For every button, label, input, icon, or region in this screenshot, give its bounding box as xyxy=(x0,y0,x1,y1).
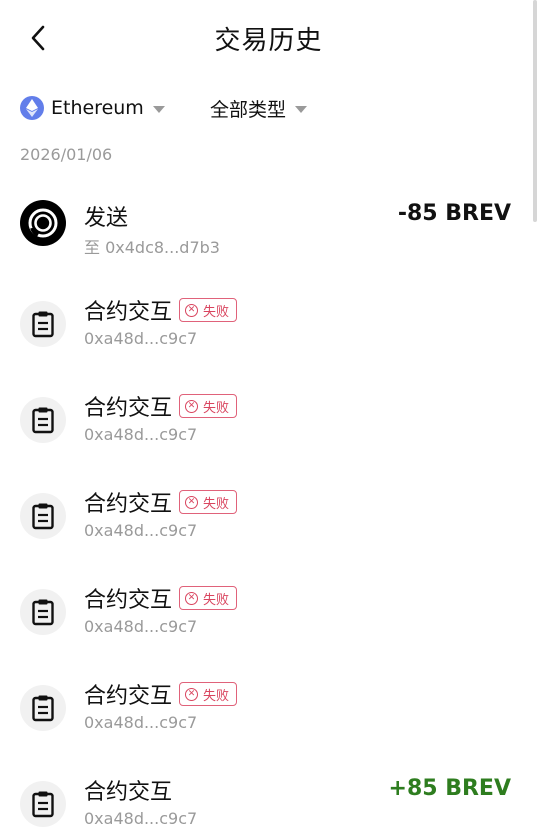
type-filter-dropdown[interactable]: 全部类型 xyxy=(210,92,308,124)
contract-clipboard-icon xyxy=(20,397,66,443)
x-circle-icon: ✕ xyxy=(185,399,199,413)
status-badge: ✕ 失败 xyxy=(179,682,238,706)
transaction-address: 0xa48d...c9c7 xyxy=(84,617,198,636)
date-group-label: 2026/01/06 xyxy=(20,145,113,164)
transaction-title: 合约交互 xyxy=(84,300,173,325)
transaction-address: 至 0x4dc8...d7b3 xyxy=(84,238,220,257)
transaction-title: 合约交互 xyxy=(84,588,173,613)
transaction-title-line: 合约交互 ✕ 失败 xyxy=(84,582,238,614)
transaction-title-line: 合约交互 ✕ 失败 xyxy=(84,294,238,326)
x-circle-icon: ✕ xyxy=(185,303,199,317)
contract-clipboard-icon xyxy=(20,781,66,827)
type-filter-label: 全部类型 xyxy=(210,98,287,121)
status-badge: ✕ 失败 xyxy=(179,394,238,418)
status-text: 失败 xyxy=(203,496,230,512)
transaction-row[interactable]: 合约交互 0xa48d...c9c7 +85 BREV xyxy=(0,768,537,836)
status-badge: ✕ 失败 xyxy=(179,490,238,514)
scrollbar[interactable] xyxy=(533,0,537,222)
ethereum-icon xyxy=(20,96,44,120)
x-circle-icon: ✕ xyxy=(185,591,199,605)
transaction-row[interactable]: 合约交互 ✕ 失败 0xa48d...c9c7 xyxy=(0,288,537,368)
status-text: 失败 xyxy=(203,592,230,608)
transaction-row[interactable]: 合约交互 ✕ 失败 0xa48d...c9c7 xyxy=(0,480,537,560)
x-circle-icon: ✕ xyxy=(185,687,199,701)
status-badge: ✕ 失败 xyxy=(179,586,238,610)
status-badge: ✕ 失败 xyxy=(179,298,238,322)
transaction-title-line: 合约交互 ✕ 失败 xyxy=(84,486,238,518)
transaction-title: 合约交互 xyxy=(84,684,173,709)
transaction-row[interactable]: 合约交互 ✕ 失败 0xa48d...c9c7 xyxy=(0,672,537,752)
status-text: 失败 xyxy=(203,304,230,320)
header: 交易历史 xyxy=(0,0,537,76)
transaction-row[interactable]: 发送 至 0x4dc8...d7b3 -85 BREV xyxy=(0,190,537,270)
chain-filter-label: Ethereum xyxy=(51,97,144,119)
transaction-amount: +85 BREV xyxy=(388,776,511,801)
transaction-title: 合约交互 xyxy=(84,780,173,805)
transaction-title: 发送 xyxy=(84,206,129,231)
transaction-address: 0xa48d...c9c7 xyxy=(84,809,198,828)
transaction-address: 0xa48d...c9c7 xyxy=(84,329,198,348)
caret-down-icon xyxy=(152,105,165,113)
transaction-amount: -85 BREV xyxy=(397,201,511,226)
caret-down-icon xyxy=(295,105,308,113)
transaction-address: 0xa48d...c9c7 xyxy=(84,521,198,540)
send-token-icon xyxy=(20,200,66,246)
filter-bar: Ethereum 全部类型 xyxy=(20,92,520,124)
status-text: 失败 xyxy=(203,400,230,416)
transaction-row[interactable]: 合约交互 ✕ 失败 0xa48d...c9c7 xyxy=(0,576,537,656)
contract-clipboard-icon xyxy=(20,589,66,635)
transaction-row[interactable]: 合约交互 ✕ 失败 0xa48d...c9c7 xyxy=(0,384,537,464)
status-text: 失败 xyxy=(203,688,230,704)
contract-clipboard-icon xyxy=(20,301,66,347)
transaction-title: 合约交互 xyxy=(84,396,173,421)
contract-clipboard-icon xyxy=(20,685,66,731)
transaction-title: 合约交互 xyxy=(84,492,173,517)
page-title: 交易历史 xyxy=(214,26,323,56)
x-circle-icon: ✕ xyxy=(185,495,199,509)
chain-filter-dropdown[interactable]: Ethereum xyxy=(20,92,165,124)
transaction-address: 0xa48d...c9c7 xyxy=(84,713,198,732)
transaction-title-line: 合约交互 ✕ 失败 xyxy=(84,678,238,710)
transaction-title-line: 合约交互 ✕ 失败 xyxy=(84,390,238,422)
transaction-address: 0xa48d...c9c7 xyxy=(84,425,198,444)
contract-clipboard-icon xyxy=(20,493,66,539)
